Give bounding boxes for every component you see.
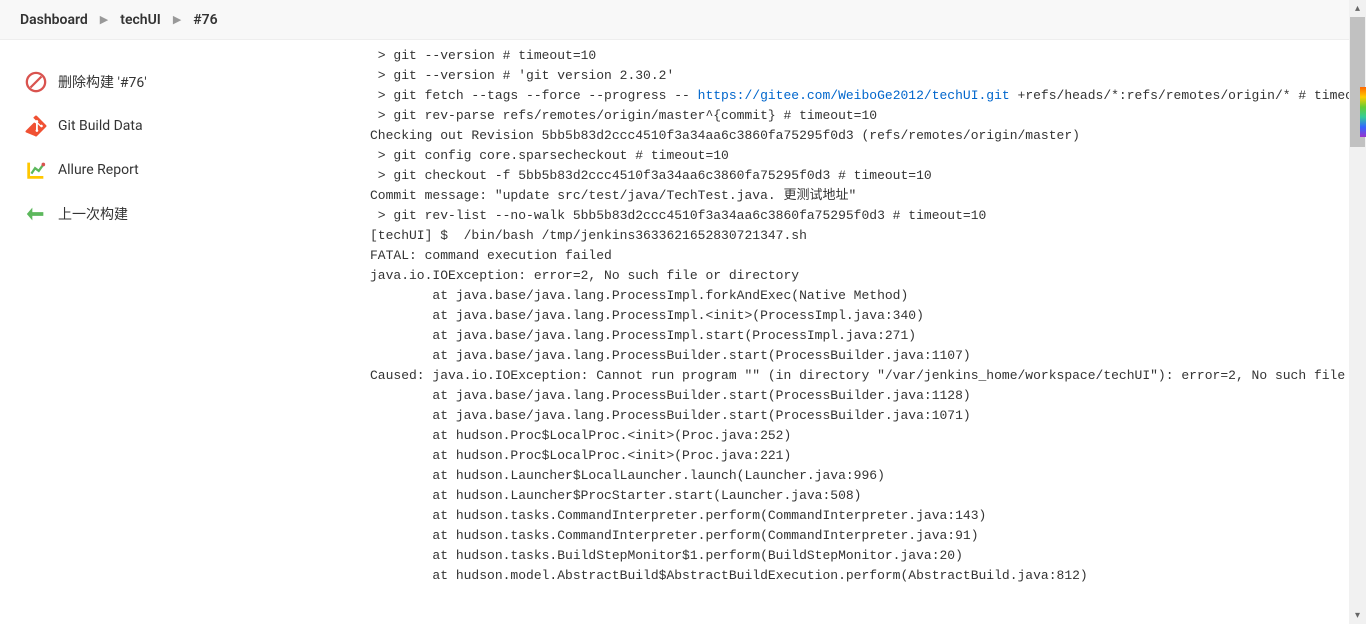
sidebar-item-label: 上一次构建 [58,204,128,224]
console-line: at hudson.model.AbstractBuild$AbstractBu… [370,566,1346,586]
sidebar-item-git-build-data[interactable]: Git Build Data [20,104,340,148]
sidebar-item-allure-report[interactable]: Allure Report [20,148,340,192]
scroll-down-arrow-icon[interactable]: ▾ [1349,607,1366,624]
console-line: > git config core.sparsecheckout # timeo… [370,146,1346,166]
delete-icon [24,70,48,94]
console-line: Caused: java.io.IOException: Cannot run … [370,366,1346,386]
console-line: at hudson.tasks.CommandInterpreter.perfo… [370,506,1346,526]
sidebar: 删除构建 '#76' Git Build Data Allure Report … [0,40,340,624]
scroll-up-arrow-icon[interactable]: ▴ [1349,0,1366,17]
console-line: at java.base/java.lang.ProcessImpl.<init… [370,306,1346,326]
breadcrumb-separator: ▶ [173,13,181,26]
sidebar-item-label: Allure Report [58,162,139,178]
console-line: > git rev-list --no-walk 5bb5b83d2ccc451… [370,206,1346,226]
console-line: at hudson.Launcher$LocalLauncher.launch(… [370,466,1346,486]
allure-icon [24,158,48,182]
console-line: at java.base/java.lang.ProcessBuilder.st… [370,386,1346,406]
sidebar-item-label: 删除构建 '#76' [58,72,147,92]
console-line: > git rev-parse refs/remotes/origin/mast… [370,106,1346,126]
console-line: [techUI] $ /bin/bash /tmp/jenkins3633621… [370,226,1346,246]
breadcrumb-build[interactable]: #76 [193,12,217,28]
console-line: at java.base/java.lang.ProcessImpl.start… [370,326,1346,346]
console-line: java.io.IOException: error=2, No such fi… [370,266,1346,286]
console-output-panel: > git --version # timeout=10 > git --ver… [340,40,1366,624]
console-line: > git --version # 'git version 2.30.2' [370,66,1346,86]
console-output: > git --version # timeout=10 > git --ver… [370,46,1346,586]
sidebar-item-delete-build[interactable]: 删除构建 '#76' [20,60,340,104]
console-line: at hudson.Proc$LocalProc.<init>(Proc.jav… [370,446,1346,466]
console-line: at java.base/java.lang.ProcessBuilder.st… [370,406,1346,426]
console-line: at hudson.tasks.CommandInterpreter.perfo… [370,526,1346,546]
console-line: > git fetch --tags --force --progress --… [370,86,1346,106]
console-line: > git checkout -f 5bb5b83d2ccc4510f3a34a… [370,166,1346,186]
back-arrow-icon [24,202,48,226]
breadcrumb: Dashboard ▶ techUI ▶ #76 [0,0,1366,40]
minimap-indicator [1360,87,1366,137]
console-line: at hudson.Launcher$ProcStarter.start(Lau… [370,486,1346,506]
console-line: > git --version # timeout=10 [370,46,1346,66]
sidebar-item-previous-build[interactable]: 上一次构建 [20,192,340,236]
breadcrumb-project[interactable]: techUI [120,12,161,28]
sidebar-item-label: Git Build Data [58,118,143,134]
console-line: FATAL: command execution failed [370,246,1346,266]
console-line: at hudson.tasks.BuildStepMonitor$1.perfo… [370,546,1346,566]
console-line: at java.base/java.lang.ProcessBuilder.st… [370,346,1346,366]
console-line: Commit message: "update src/test/java/Te… [370,186,1346,206]
console-line: Checking out Revision 5bb5b83d2ccc4510f3… [370,126,1346,146]
repo-url-link[interactable]: https://gitee.com/WeiboGe2012/techUI.git [698,88,1010,103]
console-line: at java.base/java.lang.ProcessImpl.forkA… [370,286,1346,306]
breadcrumb-dashboard[interactable]: Dashboard [20,12,88,28]
breadcrumb-separator: ▶ [100,13,108,26]
git-icon [24,114,48,138]
console-line: at hudson.Proc$LocalProc.<init>(Proc.jav… [370,426,1346,446]
